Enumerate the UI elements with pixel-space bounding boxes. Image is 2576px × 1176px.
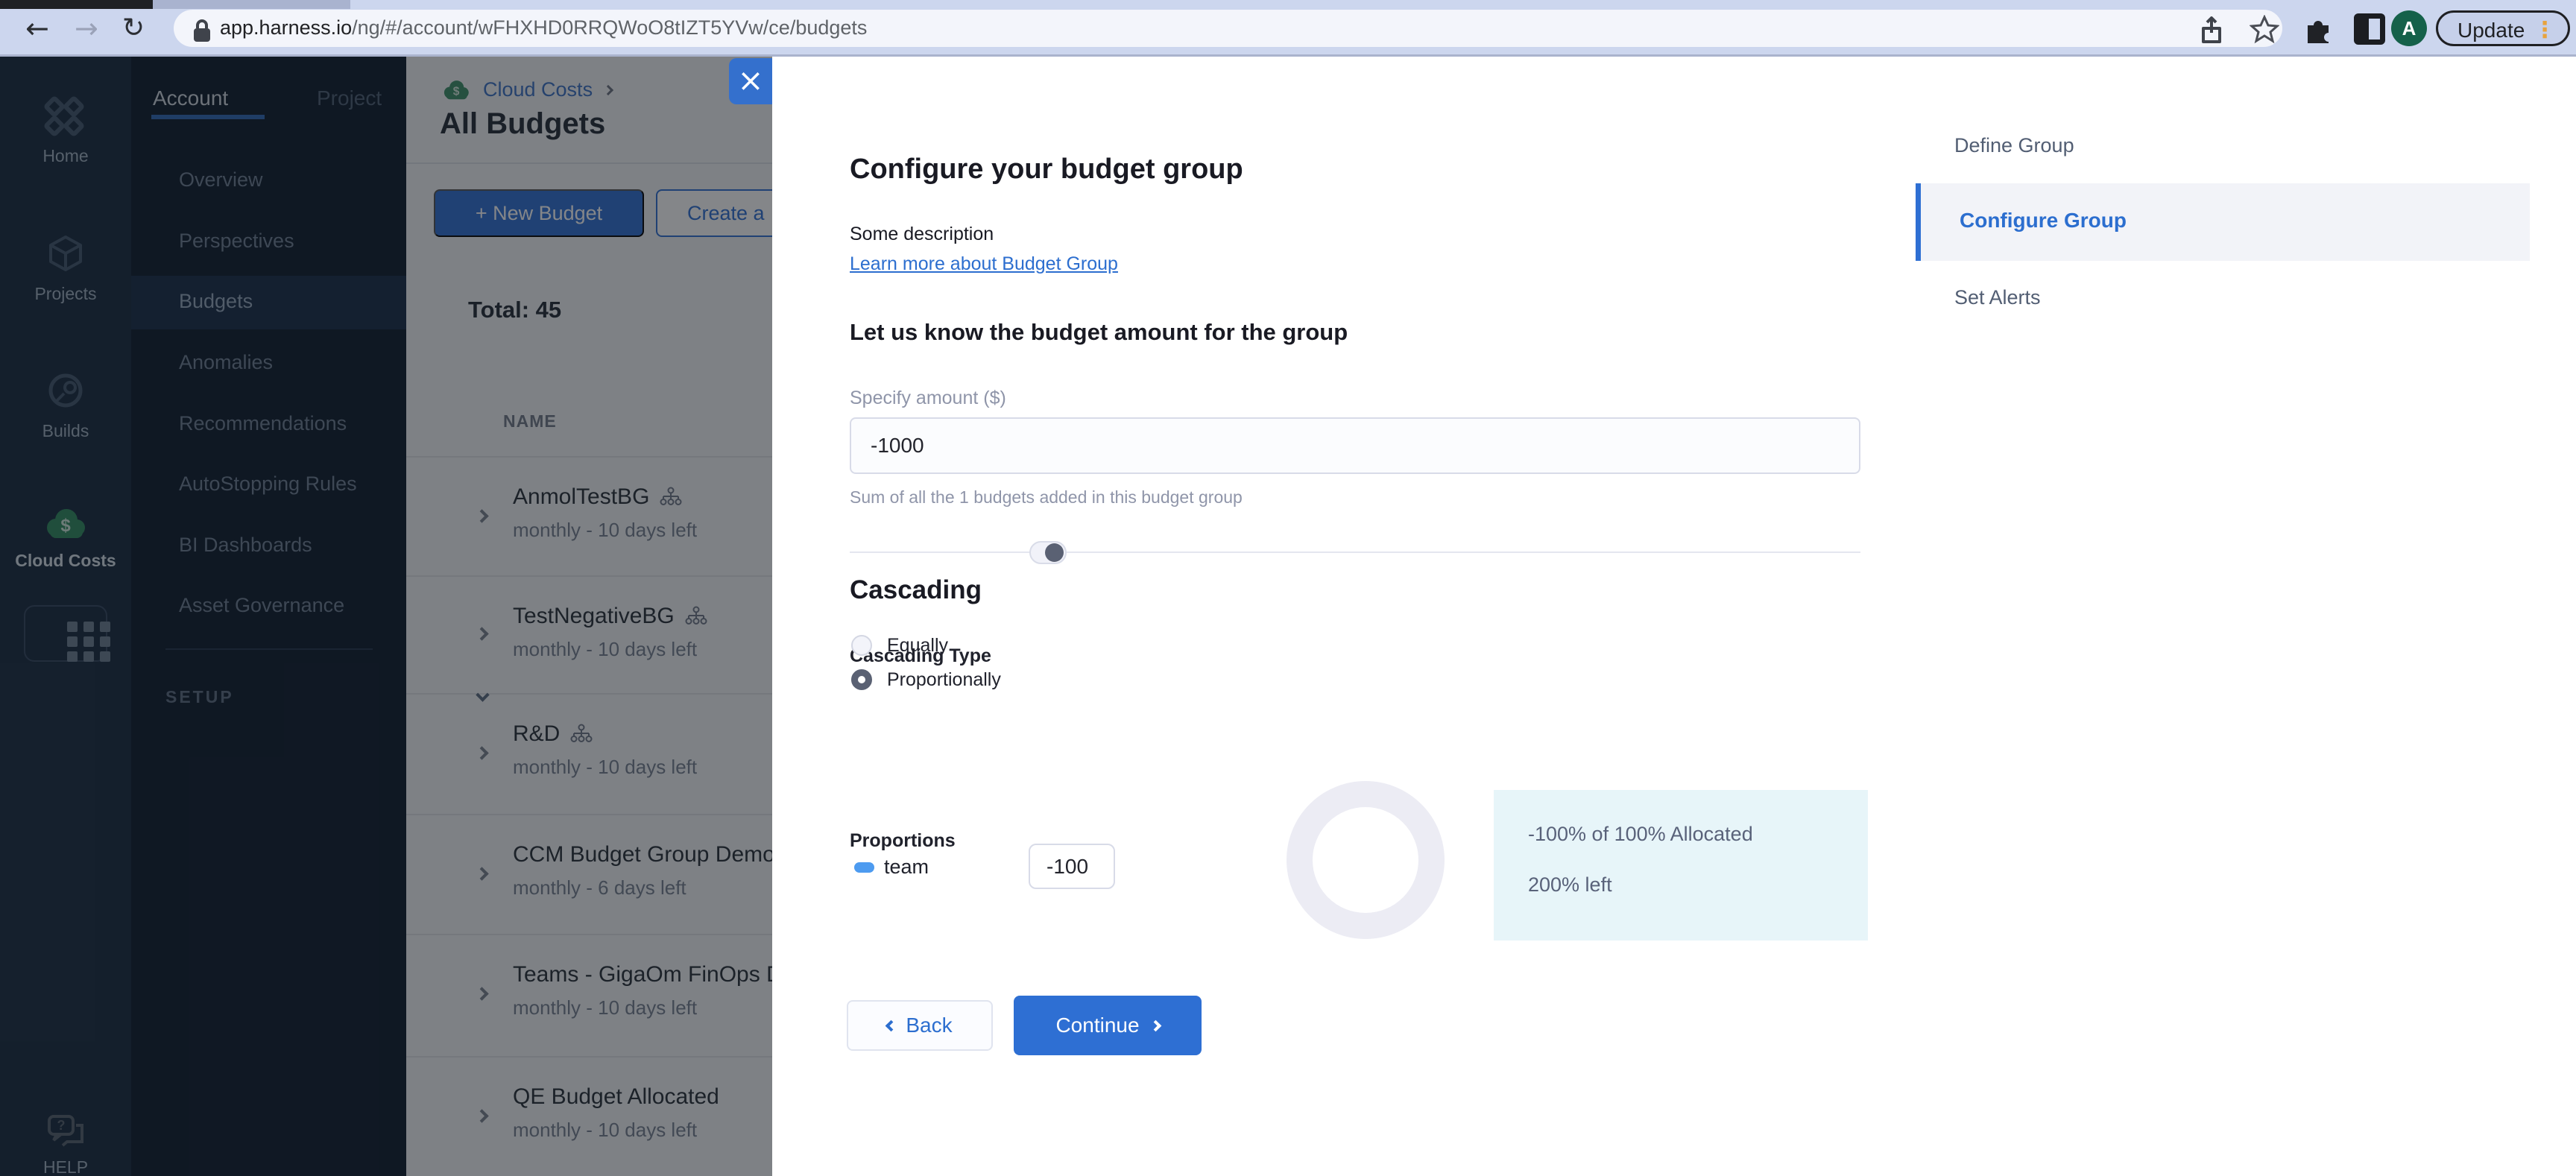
- forward-icon[interactable]: →: [75, 13, 98, 43]
- step-set-alerts[interactable]: Set Alerts: [1954, 286, 2041, 309]
- amount-input[interactable]: [850, 417, 1860, 474]
- divider: [850, 551, 1860, 553]
- allocation-donut: [1287, 781, 1445, 939]
- update-button[interactable]: Update ⋮: [2436, 10, 2570, 46]
- reload-icon[interactable]: ↻: [122, 13, 145, 43]
- proportion-name: team: [884, 856, 929, 878]
- cascading-heading: Cascading: [850, 575, 982, 604]
- allocation-summary-box: -100% of 100% Allocated 200% left: [1494, 790, 1868, 941]
- share-icon[interactable]: [2199, 16, 2224, 45]
- modal-description: Some description: [850, 224, 994, 244]
- chevron-left-icon: [886, 1019, 897, 1031]
- back-button[interactable]: Back: [847, 1000, 993, 1051]
- browser-chrome: ← → ↻ app.harness.io/ng/#/account/wFHXHD…: [0, 0, 2576, 57]
- radio-proportionally-label[interactable]: Proportionally: [887, 669, 1001, 691]
- modal-title: Configure your budget group: [850, 154, 1243, 185]
- extensions-icon[interactable]: [2302, 13, 2334, 46]
- lock-icon: [194, 19, 210, 42]
- avatar[interactable]: A: [2391, 10, 2427, 46]
- back-label: Back: [906, 1014, 953, 1037]
- radio-proportionally[interactable]: [851, 669, 872, 690]
- url-text[interactable]: app.harness.io/ng/#/account/wFHXHD0RRQWo…: [220, 16, 867, 39]
- step-configure-group[interactable]: Configure Group: [1916, 183, 2530, 261]
- close-icon: ×: [737, 62, 764, 98]
- continue-label: Continue: [1055, 1014, 1140, 1037]
- amount-label: Specify amount ($): [850, 388, 1006, 408]
- url-host: app.harness.io: [220, 16, 353, 39]
- step-configure-group-label: Configure Group: [1960, 209, 2127, 232]
- browser-tab-strip: [0, 0, 2576, 9]
- left-text: 200% left: [1528, 873, 1612, 896]
- radio-equally[interactable]: [851, 635, 872, 656]
- amount-heading: Let us know the budget amount for the gr…: [850, 319, 1348, 345]
- budget-group-modal: × Configure your budget group Some descr…: [729, 57, 2576, 1176]
- continue-button[interactable]: Continue: [1014, 996, 1202, 1055]
- close-button[interactable]: ×: [729, 58, 772, 104]
- proportion-input[interactable]: [1029, 844, 1115, 889]
- update-label: Update: [2457, 19, 2525, 42]
- team-color-dot: [854, 862, 874, 873]
- amount-helper: Sum of all the 1 budgets added in this b…: [850, 487, 1243, 507]
- step-define-group[interactable]: Define Group: [1954, 134, 2074, 157]
- radio-equally-label[interactable]: Equally: [887, 635, 948, 657]
- browser-menu-dots-icon[interactable]: ⋮: [2534, 17, 2556, 43]
- toggle-knob: [1045, 543, 1064, 562]
- url-path: /ng/#/account/wFHXHD0RRQWoO8tIZT5YVw/ce/…: [352, 16, 868, 39]
- allocated-text: -100% of 100% Allocated: [1528, 823, 1753, 845]
- learn-more-link[interactable]: Learn more about Budget Group: [850, 253, 1118, 275]
- chevron-right-icon: [1149, 1019, 1161, 1031]
- side-panel-icon[interactable]: [2354, 13, 2385, 45]
- cascading-toggle[interactable]: [1029, 541, 1067, 564]
- back-icon[interactable]: ←: [25, 13, 49, 43]
- proportions-label: Proportions: [850, 830, 956, 851]
- star-bookmark-icon[interactable]: [2250, 15, 2279, 45]
- screen: ← → ↻ app.harness.io/ng/#/account/wFHXHD…: [0, 0, 2576, 1176]
